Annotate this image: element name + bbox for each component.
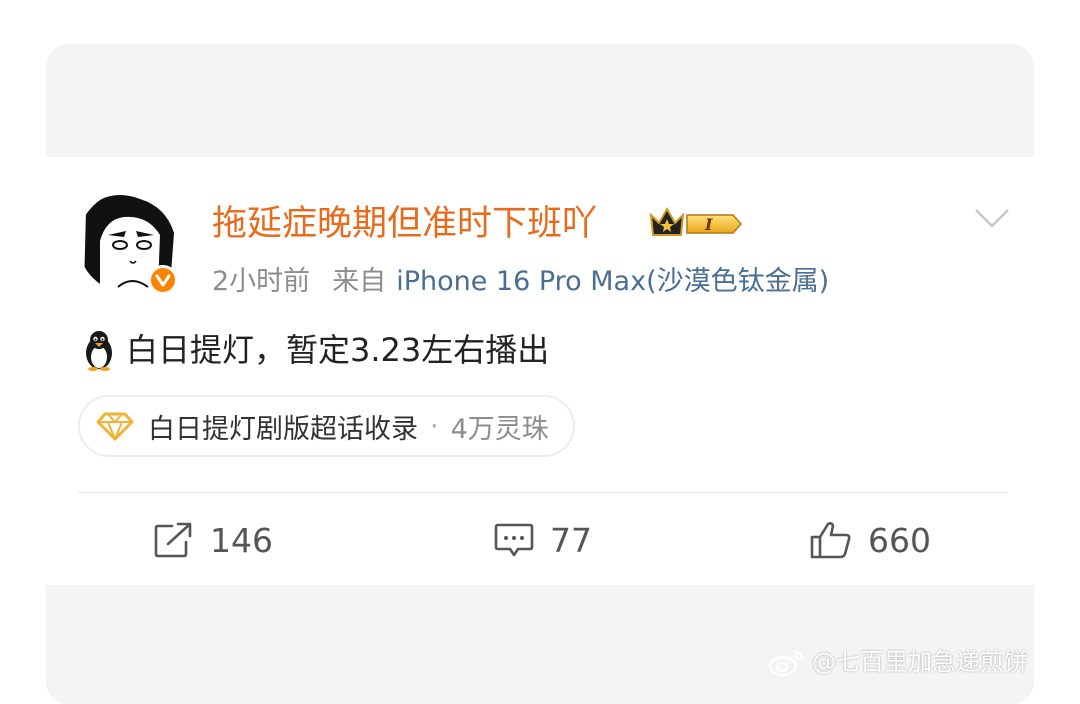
vip-crown-icon[interactable]: I	[647, 203, 743, 245]
post-text: 白日提灯，暂定3.23左右播出	[126, 331, 550, 369]
divider	[78, 492, 1008, 493]
like-button[interactable]: 660	[810, 512, 931, 568]
diamond-icon	[96, 412, 134, 441]
penguin-icon	[86, 331, 112, 371]
post-time: 2小时前	[212, 266, 311, 297]
source-prefix: 来自	[332, 266, 387, 297]
chevron-down-icon[interactable]	[972, 206, 1012, 230]
repost-icon	[154, 522, 192, 558]
like-count: 660	[868, 520, 931, 560]
watermark: @七百里加急递煎饼	[768, 644, 1028, 680]
vip-level-label: I	[704, 215, 713, 234]
topic-separator: ·	[430, 410, 439, 442]
watermark-text: @七百里加急递煎饼	[812, 648, 1028, 676]
repost-count: 146	[210, 520, 273, 560]
comment-button[interactable]: 77	[494, 512, 592, 568]
device-source[interactable]: iPhone 16 Pro Max(沙漠色钛金属)	[396, 266, 829, 297]
verified-icon	[148, 265, 178, 295]
comment-icon	[494, 523, 534, 557]
post-meta: 2小时前 来自 iPhone 16 Pro Max(沙漠色钛金属)	[212, 262, 829, 302]
topic-chip[interactable]: 白日提灯剧版超话收录 · 4万灵珠	[78, 395, 575, 457]
comment-count: 77	[550, 520, 592, 560]
topic-name: 白日提灯剧版超话收录	[148, 413, 418, 445]
repost-button[interactable]: 146	[154, 512, 273, 568]
like-icon	[810, 522, 851, 559]
username[interactable]: 拖延症晚期但准时下班吖	[212, 200, 597, 248]
post-content: 白日提灯，暂定3.23左右播出	[82, 326, 549, 374]
topic-count: 4万灵珠	[450, 413, 549, 445]
weibo-logo-icon	[768, 651, 803, 676]
